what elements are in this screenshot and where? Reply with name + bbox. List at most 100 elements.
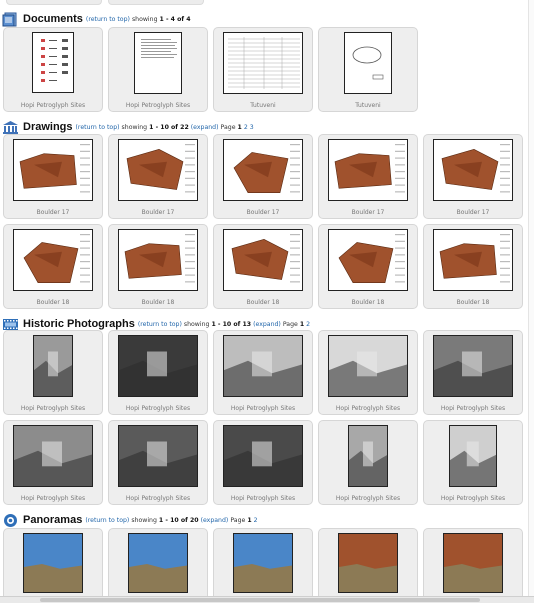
list-item[interactable]: Hopi Petroglyph Sites — [213, 330, 313, 415]
list-item[interactable]: Boulder 18 — [213, 224, 313, 309]
return-to-top-link[interactable]: (return to top) — [76, 124, 120, 131]
image-thumbnail — [433, 139, 513, 201]
previous-section-tiles — [0, 0, 534, 6]
item-caption: Boulder 18 — [246, 299, 280, 306]
item-caption: Boulder 18 — [456, 299, 490, 306]
item-caption: Tutuveni — [355, 102, 381, 109]
page-link-3[interactable]: 3 — [250, 124, 254, 131]
page-link-1: 1 — [299, 320, 305, 328]
list-item[interactable]: Boulder 17 — [3, 134, 103, 219]
list-item[interactable]: Boulder 17 — [318, 134, 418, 219]
list-item[interactable]: Boulder 18 — [318, 224, 418, 309]
item-caption: Hopi Petroglyph Sites — [125, 405, 191, 412]
image-thumbnail — [443, 533, 503, 593]
list-item[interactable]: Boulder 17 — [108, 134, 208, 219]
return-to-top-link[interactable]: (return to top) — [138, 321, 182, 328]
item-caption: Boulder 18 — [141, 299, 175, 306]
image-thumbnail — [118, 335, 198, 397]
showing-range: 1 - 4 of 4 — [159, 15, 191, 23]
document-thumbnail — [32, 32, 74, 93]
list-item[interactable]: Boulder 18 — [423, 224, 523, 309]
list-item[interactable]: Boulder 18 — [108, 224, 208, 309]
page-link-2[interactable]: 2 — [254, 517, 258, 524]
list-item[interactable]: Hopi Petroglyph Sites — [3, 330, 103, 415]
section-title: Panoramas — [23, 514, 83, 526]
list-item[interactable] — [3, 528, 103, 603]
page-label: Page — [230, 516, 246, 524]
showing-range: 1 - 10 of 22 — [149, 123, 189, 131]
documents-header: Documents (return to top) showing 1 - 4 … — [2, 11, 193, 27]
list-item[interactable]: Hopi Petroglyph Sites — [213, 420, 313, 505]
list-item[interactable]: Hopi Petroglyph Sites — [318, 330, 418, 415]
list-item[interactable]: Hopi Petroglyph Sites — [423, 330, 523, 415]
item-caption: Boulder 18 — [351, 299, 385, 306]
section-title: Historic Photographs — [23, 318, 135, 330]
document-stack-icon — [2, 12, 17, 26]
list-item[interactable] — [213, 528, 313, 603]
expand-link[interactable]: (expand) — [191, 124, 219, 131]
return-to-top-link[interactable]: (return to top) — [86, 16, 130, 23]
page-link-2[interactable]: 2 — [244, 124, 248, 131]
page-link-2[interactable]: 2 — [306, 321, 310, 328]
item-caption: Hopi Petroglyph Sites — [125, 102, 191, 109]
museum-building-icon — [3, 120, 18, 134]
list-item[interactable]: Tutuveni — [318, 27, 418, 112]
list-item[interactable]: Hopi Petroglyph Sites — [3, 420, 103, 505]
item-caption: Boulder 17 — [246, 209, 280, 216]
item-caption: Boulder 17 — [456, 209, 490, 216]
item-caption: Boulder 18 — [36, 299, 70, 306]
document-thumbnail — [134, 32, 182, 94]
list-item[interactable]: Boulder 17 — [213, 134, 313, 219]
image-thumbnail — [348, 425, 388, 487]
list-item[interactable]: Hopi Petroglyph Sites — [423, 420, 523, 505]
item-caption: Hopi Petroglyph Sites — [440, 405, 506, 412]
image-thumbnail — [23, 533, 83, 593]
image-thumbnail — [223, 139, 303, 201]
document-thumbnail — [344, 32, 392, 94]
list-item[interactable]: Boulder 17 — [423, 134, 523, 219]
image-thumbnail — [433, 229, 513, 291]
expand-link[interactable]: (expand) — [253, 321, 281, 328]
page-label: Page — [282, 320, 298, 328]
image-thumbnail — [13, 229, 93, 291]
return-to-top-link[interactable]: (return to top) — [85, 517, 129, 524]
item-caption: Hopi Petroglyph Sites — [230, 495, 296, 502]
image-thumbnail — [338, 533, 398, 593]
item-caption: Hopi Petroglyph Sites — [440, 495, 506, 502]
list-item[interactable]: Hopi Petroglyph Sites — [318, 420, 418, 505]
page-link-1: 1 — [247, 516, 252, 524]
list-item[interactable]: Hopi Petroglyph Sites — [108, 330, 208, 415]
page-link-1: 1 — [237, 123, 242, 131]
image-thumbnail — [328, 139, 408, 201]
item-caption: Boulder 17 — [351, 209, 385, 216]
expand-link[interactable]: (expand) — [201, 517, 229, 524]
list-item[interactable]: Hopi Petroglyph Sites — [3, 27, 103, 112]
image-thumbnail — [128, 533, 188, 593]
item-caption: Hopi Petroglyph Sites — [20, 405, 86, 412]
section-title: Drawings — [23, 121, 73, 133]
list-item[interactable] — [108, 528, 208, 603]
list-item[interactable]: Tutuveni — [213, 27, 313, 112]
image-thumbnail — [223, 425, 303, 487]
page-label: Page — [220, 123, 236, 131]
showing-label: showing — [131, 516, 157, 524]
list-item[interactable] — [423, 528, 523, 603]
list-item[interactable]: Boulder 18 — [3, 224, 103, 309]
showing-label: showing — [183, 320, 210, 328]
document-thumbnail — [223, 32, 303, 94]
image-thumbnail — [118, 425, 198, 487]
list-item[interactable]: Hopi Petroglyph Sites — [108, 420, 208, 505]
item-caption: Tutuveni — [250, 102, 276, 109]
image-thumbnail — [433, 335, 513, 397]
image-thumbnail — [118, 139, 198, 201]
list-item[interactable]: Hopi Petroglyph Sites — [108, 27, 208, 112]
image-thumbnail — [118, 229, 198, 291]
showing-range: 1 - 10 of 13 — [211, 320, 252, 328]
panorama-circle-icon — [4, 513, 17, 527]
scrollbar-thumb[interactable] — [40, 598, 480, 602]
showing-label: showing — [131, 15, 158, 23]
list-item[interactable] — [318, 528, 418, 603]
vertical-scrollbar[interactable] — [528, 0, 534, 596]
horizontal-scrollbar[interactable] — [0, 596, 534, 603]
item-caption: Hopi Petroglyph Sites — [125, 495, 191, 502]
